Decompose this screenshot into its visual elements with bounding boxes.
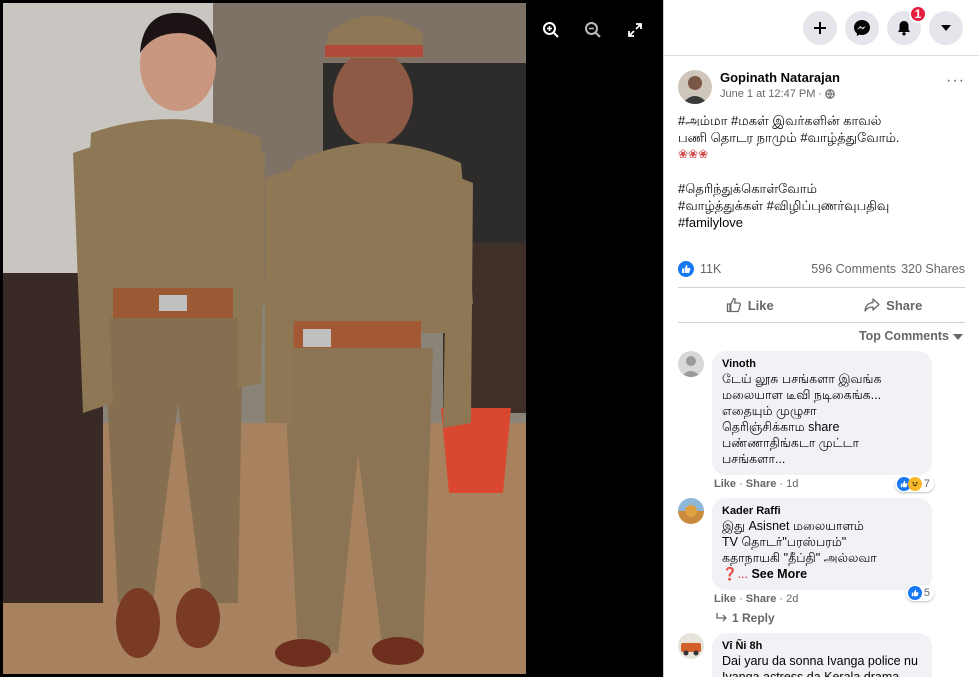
comment-like-link[interactable]: Like	[714, 593, 736, 605]
comment-sort-dropdown[interactable]: Top Comments	[664, 323, 979, 343]
photo-viewer	[0, 0, 663, 677]
post-header: Gopinath Natarajan June 1 at 12:47 PM · …	[664, 56, 979, 104]
more-options-icon[interactable]: ···	[946, 70, 965, 89]
reaction-count: 7	[923, 478, 930, 490]
post-text-line: பணி தொடர நாமும் #வாழ்த்துவோம்.	[678, 130, 900, 145]
comment-item: Kader Raffi இது Asisnet மலையாளம் TV தொடர…	[664, 498, 979, 625]
comment-like-link[interactable]: Like	[714, 478, 736, 490]
caret-down-icon	[953, 333, 963, 340]
commenter-name[interactable]: Kader Raffi	[722, 504, 922, 518]
messenger-icon	[854, 19, 870, 36]
comment-text: இது Asisnet மலையாளம் TV தொடர்"பரஸ்பரம்" …	[722, 519, 877, 581]
flower-emoji: ❀❀❀	[678, 147, 709, 161]
haha-reaction-icon	[907, 477, 922, 491]
commenter-avatar[interactable]	[678, 633, 704, 659]
comment-time[interactable]: 2d	[786, 593, 798, 605]
comment-share-link[interactable]: Share	[746, 478, 777, 490]
author-name[interactable]: Gopinath Natarajan	[720, 70, 946, 86]
comment-time[interactable]: 1d	[786, 478, 798, 490]
caret-down-icon	[941, 24, 951, 31]
comment-text: டேய் லூசு பசங்களா இவங்க மலையாள டீவி நடிக…	[722, 372, 882, 466]
comment-count[interactable]: 596 Comments	[811, 262, 896, 276]
share-label: Share	[886, 297, 923, 313]
comment-share-link[interactable]: Share	[746, 593, 777, 605]
share-count[interactable]: 320 Shares	[901, 262, 965, 276]
messenger-button[interactable]	[845, 10, 879, 45]
bell-icon	[898, 20, 910, 35]
share-button[interactable]: Share	[822, 297, 966, 313]
account-menu-button[interactable]	[929, 10, 963, 45]
zoom-in-icon[interactable]	[541, 20, 561, 40]
fullscreen-icon[interactable]	[625, 20, 645, 40]
commenter-avatar[interactable]	[678, 351, 704, 377]
sort-label: Top Comments	[858, 329, 949, 343]
commenter-name[interactable]: Vinoth	[722, 357, 922, 371]
comment-item: Vinoth டேய் லூசு பசங்களா இவங்க மலையாள டீ…	[664, 351, 979, 492]
commenter-avatar[interactable]	[678, 498, 704, 524]
globe-icon	[825, 89, 835, 99]
post-text-line: #வாழ்த்துக்கள் #விழிப்புணர்வுபதிவு	[678, 198, 890, 213]
reply-arrow-icon	[716, 613, 727, 622]
comment-text: Dai yaru da sonna Ivanga police nu Ivang…	[722, 654, 918, 677]
top-bar: 1	[664, 0, 979, 56]
zoom-out-icon[interactable]	[583, 20, 603, 40]
plus-icon	[814, 21, 826, 34]
share-icon	[864, 298, 880, 312]
like-count[interactable]: 11K	[700, 262, 721, 276]
like-button[interactable]: Like	[678, 297, 822, 313]
like-reaction-icon	[678, 261, 694, 277]
see-more-link[interactable]: See More	[751, 567, 807, 581]
post-photo[interactable]	[3, 3, 526, 674]
comment-bubble: Vî Ñi 8h Dai yaru da sonna Ivanga police…	[712, 633, 932, 677]
thumbs-up-icon	[726, 297, 741, 313]
create-button[interactable]	[803, 10, 837, 45]
comment-item: Vî Ñi 8h Dai yaru da sonna Ivanga police…	[664, 633, 979, 677]
notification-badge: 1	[909, 4, 927, 23]
like-reaction-icon	[907, 586, 922, 600]
comment-meta: Like · Share · 2d	[714, 593, 799, 605]
notifications-button[interactable]: 1	[887, 4, 927, 45]
author-avatar[interactable]	[678, 70, 712, 104]
post-text-line: #அம்மா #மகள் இவர்களின் காவல்	[678, 113, 882, 128]
photo-illustration	[3, 3, 526, 674]
reaction-count: 5	[923, 587, 930, 599]
comment-bubble: Vinoth டேய் லூசு பசங்களா இவங்க மலையாள டீ…	[712, 351, 932, 475]
engagement-counts: 11K 596 Comments 320 Shares	[664, 231, 979, 277]
like-label: Like	[747, 297, 774, 313]
post-text: #அம்மா #மகள் இவர்களின் காவல் பணி தொடர நா…	[664, 104, 979, 231]
comment-bubble: Kader Raffi இது Asisnet மலையாளம் TV தொடர…	[712, 498, 932, 590]
post-timestamp[interactable]: June 1 at 12:47 PM	[720, 86, 815, 102]
post-text-line: #familylove	[678, 215, 744, 230]
post-side-panel: 1 Gopinath Natarajan June 1 at 12:47 PM …	[663, 0, 979, 677]
post-text-line: #தெரிந்துக்கொள்வோம்	[678, 181, 817, 196]
view-replies-link[interactable]: 1 Reply	[716, 611, 932, 625]
comment-reactions[interactable]: 7	[894, 476, 934, 492]
post-actions: Like Share	[678, 287, 965, 323]
comment-reactions[interactable]: 5	[905, 585, 934, 601]
commenter-name[interactable]: Vî Ñi 8h	[722, 639, 922, 653]
